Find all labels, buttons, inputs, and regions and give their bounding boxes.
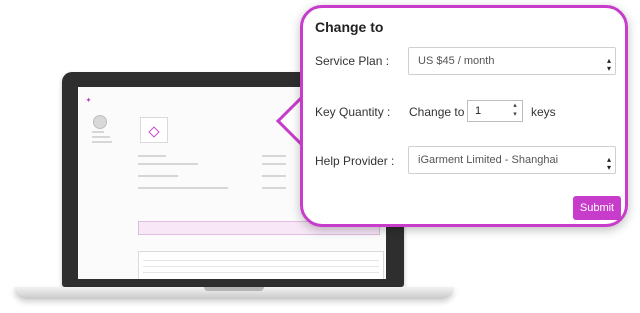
select-arrows-icon: ▴ ▾	[606, 155, 611, 172]
section-heading-line	[138, 155, 166, 157]
section-heading-line	[262, 155, 286, 157]
help-provider-value: iGarment Limited - Shanghai	[418, 154, 559, 166]
text-line	[138, 175, 178, 177]
key-quantity-suffix: keys	[531, 105, 556, 119]
service-plan-label: Service Plan :	[315, 54, 390, 68]
text-line	[262, 163, 286, 165]
text-line	[138, 163, 198, 165]
sidebar-line	[92, 136, 110, 138]
table-row	[143, 272, 379, 273]
stepper-arrows-icon[interactable]: ▴ ▾	[511, 101, 519, 119]
table-row	[143, 260, 379, 261]
change-to-panel: Change to Service Plan : US $45 / month …	[300, 5, 628, 227]
app-logo: ✦	[86, 98, 92, 104]
sidebar-line	[92, 131, 104, 133]
avatar	[93, 115, 107, 129]
service-plan-select[interactable]: US $45 / month ▴ ▾	[408, 47, 616, 75]
select-arrows-icon: ▴ ▾	[606, 56, 611, 73]
text-line	[262, 187, 286, 189]
laptop-notch	[204, 287, 264, 291]
submit-button[interactable]: Submit	[573, 196, 621, 220]
help-provider-select[interactable]: iGarment Limited - Shanghai ▴ ▾	[408, 146, 616, 174]
service-plan-value: US $45 / month	[418, 55, 495, 67]
sidebar-line	[92, 141, 112, 143]
key-quantity-prefix: Change to	[409, 105, 465, 119]
help-provider-label: Help Provider :	[315, 154, 395, 168]
panel-title: Change to	[315, 19, 384, 35]
card-mark-icon	[148, 126, 160, 138]
key-quantity-value: 1	[475, 105, 482, 117]
history-table	[138, 251, 384, 279]
plan-card[interactable]	[140, 117, 168, 143]
key-quantity-label: Key Quantity :	[315, 105, 391, 119]
text-line	[262, 175, 286, 177]
key-quantity-stepper[interactable]: 1 ▴ ▾	[467, 100, 523, 122]
table-row	[143, 266, 379, 267]
text-line	[138, 187, 228, 189]
